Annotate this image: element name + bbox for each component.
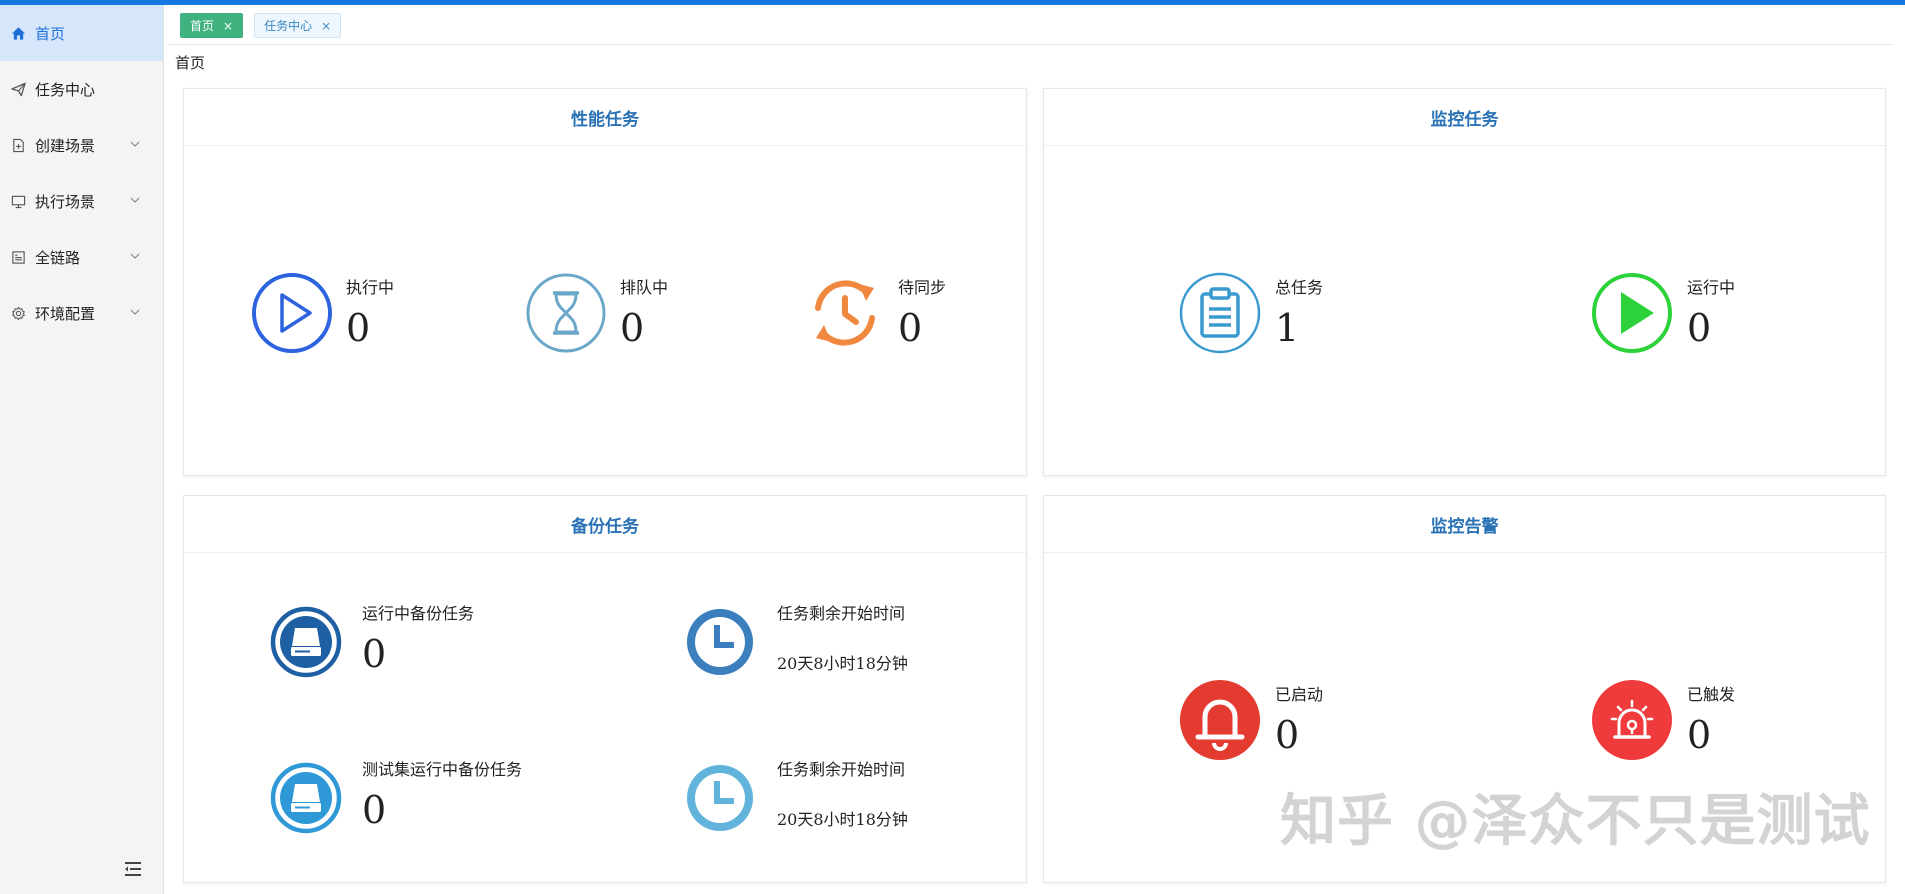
breadcrumb: 首页 [175,54,206,72]
tab-label: 任务中心 [264,19,313,33]
stat-label: 排队中 [620,278,669,297]
stat-value: 1 [1275,306,1300,350]
home-icon [10,25,26,41]
hourglass-icon [526,273,606,353]
bell-icon [1180,680,1260,760]
sidebar-item-label: 任务中心 [35,80,96,99]
clipboard-icon [1179,272,1261,354]
card-title: 备份任务 [184,496,1026,553]
stat-label: 运行中 [1687,278,1736,297]
chevron-down-icon[interactable] [129,306,141,318]
sidebar-item-label: 全链路 [35,248,81,267]
card-title: 监控告警 [1044,496,1885,553]
stat-label: 待同步 [898,278,947,297]
sidebar-item-label: 创建场景 [35,136,96,155]
monitor-task-card: 监控任务 总任务 1 运行中 0 [1043,88,1886,476]
stat-value: 0 [1687,713,1712,757]
stat-label: 已触发 [1687,685,1736,704]
chevron-down-icon[interactable] [129,250,141,262]
stat-label: 总任务 [1275,278,1324,297]
tab-task-center[interactable]: 任务中心 × [254,13,342,38]
sidebar-item-label: 环境配置 [35,304,96,323]
play-circle-icon [1592,273,1672,353]
sidebar-item-label: 首页 [35,24,66,43]
stat-label: 运行中备份任务 [362,604,475,623]
tab-divider [168,44,1893,45]
form-icon [10,249,26,265]
sidebar-item-task-center[interactable]: 任务中心 [0,61,163,117]
stat-value: 0 [1687,306,1712,350]
sidebar-item-run-scene[interactable]: 执行场景 [0,173,163,229]
chevron-down-icon[interactable] [129,194,141,206]
watermark: 知乎 @泽众不只是测试 [1280,789,1871,854]
drive-icon [270,762,342,834]
close-icon[interactable]: × [321,20,331,32]
sidebar-item-env-config[interactable]: 环境配置 [0,285,163,341]
tab-bar: 首页 × 任务中心 × [180,13,342,38]
backup-task-card: 备份任务 运行中备份任务 0 任务剩余开始时间 20天8小时18分钟 测试集运行… [183,495,1027,883]
stat-label: 已启动 [1275,685,1324,704]
alarm-siren-icon [1592,680,1672,760]
tab-home[interactable]: 首页 × [180,13,244,38]
stat-value: 0 [1275,713,1300,757]
gear-icon [10,305,26,321]
stat-value: 0 [346,306,371,350]
file-add-icon [10,137,26,153]
card-title: 监控任务 [1044,89,1885,146]
clock-icon [687,765,753,831]
stat-label: 测试集运行中备份任务 [362,760,523,779]
collapse-menu-icon[interactable] [122,858,144,880]
stat-value: 20天8小时18分钟 [777,654,908,673]
stat-label: 执行中 [346,278,395,297]
stat-value: 0 [362,632,387,676]
sidebar-item-create-scene[interactable]: 创建场景 [0,117,163,173]
chevron-down-icon[interactable] [129,138,141,150]
sidebar-item-label: 执行场景 [35,192,96,211]
top-accent-bar [0,0,1905,5]
stat-label: 任务剩余开始时间 [777,760,906,779]
close-icon[interactable]: × [223,20,233,32]
tab-label: 首页 [190,19,215,33]
stat-value: 0 [898,306,923,350]
send-icon [10,81,26,97]
stat-value: 20天8小时18分钟 [777,810,908,829]
sidebar-item-full-link[interactable]: 全链路 [0,229,163,285]
stat-value: 0 [620,306,645,350]
stat-value: 0 [362,788,387,832]
sidebar: 首页 任务中心 创建场景 执行场景 全链路 环境配置 [0,5,164,894]
drive-icon [270,606,342,678]
clock-icon [687,609,753,675]
play-outline-icon [252,273,332,353]
stat-label: 任务剩余开始时间 [777,604,906,623]
card-title: 性能任务 [184,89,1026,146]
sync-clock-icon [815,280,875,346]
monitor-icon [10,193,26,209]
sidebar-item-home[interactable]: 首页 [0,5,163,61]
perf-task-card: 性能任务 执行中 0 排队中 0 待同步 0 [183,88,1027,476]
